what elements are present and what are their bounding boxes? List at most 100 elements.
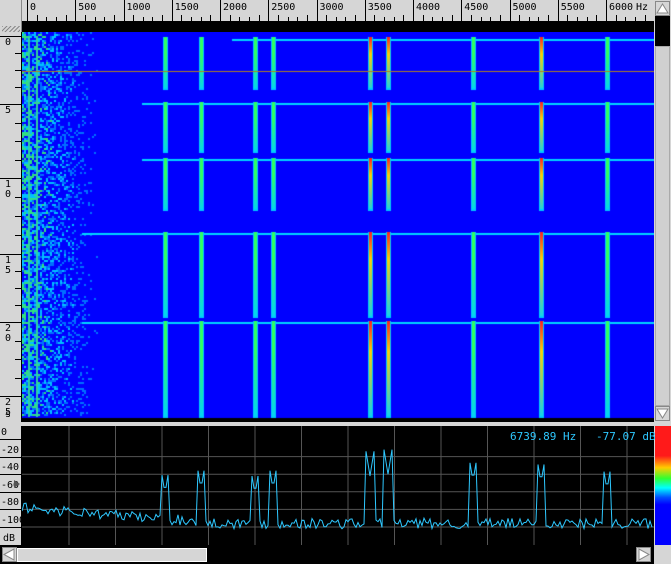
spectrogram[interactable] [22,32,654,422]
frequency-label: 4000 [416,2,441,13]
scroll-right-arrow-icon[interactable] [636,547,651,562]
scroll-up-arrow-icon[interactable] [655,1,670,16]
time-label: 20 [5,323,12,344]
time-minor-tick [15,377,21,379]
color-scale-bar [655,426,671,545]
frequency-label: 1000 [126,2,151,13]
frequency-label: 2000 [223,2,248,13]
frequency-ruler: 0 500 1000 1500 2000 2500 3000 3500 4000 4500 5000… [22,0,654,22]
frequency-minor-tick [596,15,598,21]
frequency-minor-tick [422,15,424,21]
frequency-minor-tick [567,15,569,21]
frequency-minor-tick [133,15,135,21]
vertical-scroll-thumb[interactable] [655,16,670,46]
frequency-minor-tick [548,15,550,21]
time-minor-tick [15,340,21,342]
db-unit: dB [3,533,16,544]
time-minor-tick [15,288,21,289]
frequency-label: 3000 [319,2,344,13]
time-minor-tick [15,235,21,236]
frequency-minor-tick [287,17,289,21]
horizontal-scroll-thumb[interactable] [17,548,207,562]
frequency-minor-tick [326,15,328,21]
frequency-minor-tick [615,15,617,21]
db-tick [0,491,22,493]
frequency-minor-tick [384,17,386,21]
time-unit: s [5,409,12,420]
spectrum-plot[interactable] [22,426,654,545]
frequency-major-tick [316,0,318,21]
cursor-frequency-readout: 6739.89 Hz [510,430,577,443]
frequency-minor-tick [84,15,86,21]
level-cursor-icon[interactable] [14,480,20,488]
frequency-minor-tick [306,15,308,21]
scroll-corner [654,545,671,564]
frequency-minor-tick [538,17,540,21]
frequency-major-tick [220,0,221,21]
frequency-minor-tick [94,17,96,21]
frequency-minor-tick [229,15,231,21]
frequency-minor-tick [577,17,579,21]
frequency-label: 3500 [367,2,392,13]
ruler-corner [0,0,22,33]
frequency-minor-tick [634,17,636,21]
time-minor-tick [15,159,21,161]
time-minor-tick [15,53,21,54]
frequency-label: 4500 [464,2,489,13]
frequency-minor-tick [46,17,48,21]
db-tick [0,509,22,511]
frequency-major-tick [606,0,607,21]
frequency-minor-tick [403,15,405,21]
scroll-down-arrow-icon[interactable] [655,406,670,421]
frequency-label: 1500 [174,2,199,13]
frequency-label: 5000 [512,2,537,13]
db-axis: 0 -20 -40 -60 -80 -100 dB [0,426,25,545]
time-label: 15 [5,255,12,276]
frequency-minor-tick [345,17,347,21]
frequency-minor-tick [625,17,627,21]
frequency-minor-tick [248,17,250,21]
time-minor-tick [15,70,21,71]
frequency-major-tick [413,0,414,21]
frequency-minor-tick [200,17,202,21]
frequency-major-tick [171,0,173,21]
db-label: 0 [1,427,8,438]
frequency-major-tick [557,0,559,21]
frequency-major-tick [461,0,463,21]
db-tick [0,474,22,476]
time-label: 10 [5,179,12,200]
frequency-minor-tick [239,17,241,21]
frequency-minor-tick [519,15,521,21]
frequency-minor-tick [499,15,501,21]
frequency-minor-tick [191,17,193,21]
db-tick [0,456,22,458]
frequency-label: 2500 [271,2,296,13]
frequency-minor-tick [374,15,376,21]
cursor-level-readout: -77.07 dB [596,430,656,443]
frequency-minor-tick [490,17,492,21]
frequency-label: 0 [30,2,37,13]
frequency-unit: Hz [636,2,649,13]
frequency-minor-tick [210,15,212,21]
frequency-minor-tick [142,17,144,21]
time-minor-tick [15,141,21,142]
time-minor-tick [15,122,21,124]
frequency-major-tick [509,0,511,21]
db-tick [0,527,22,528]
frequency-minor-tick [181,15,183,21]
frequency-minor-tick [393,17,395,21]
time-ruler: 0 5 10 15 20 25 s [0,32,22,422]
time-minor-tick [15,359,21,360]
frequency-minor-tick [104,17,106,21]
time-minor-tick [15,216,21,217]
db-label: -40 [1,462,20,474]
frequency-minor-tick [162,15,164,21]
vertical-scroll-track[interactable] [655,46,670,406]
frequency-minor-tick [355,15,357,21]
frequency-label: 6000 [609,2,634,13]
scroll-left-arrow-icon[interactable] [2,547,17,562]
time-minor-tick [15,87,21,88]
db-tick [0,439,22,440]
vertical-scrollbar[interactable] [654,0,671,422]
frequency-minor-tick [152,17,154,21]
